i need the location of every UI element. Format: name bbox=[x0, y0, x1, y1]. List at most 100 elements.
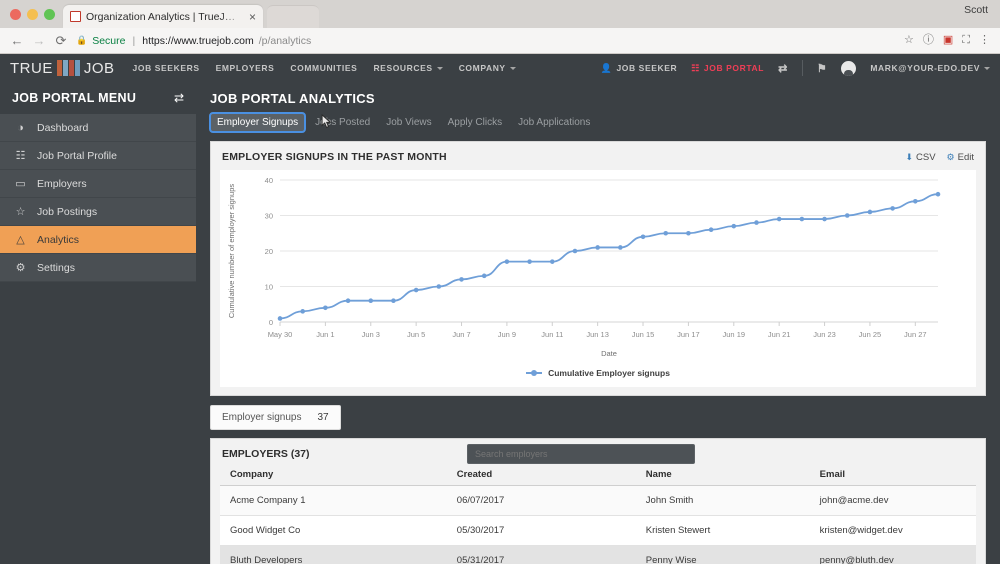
svg-text:Jun 11: Jun 11 bbox=[541, 330, 563, 339]
chart-area-icon: △ bbox=[16, 234, 25, 246]
close-window-button[interactable] bbox=[10, 9, 21, 20]
svg-text:Jun 9: Jun 9 bbox=[498, 330, 516, 339]
url-domain: https://www.truejob.com bbox=[142, 34, 254, 47]
nav-item-job-seekers[interactable]: JOB SEEKERS bbox=[133, 63, 200, 73]
bookmark-star-icon[interactable]: ☆ bbox=[904, 35, 914, 46]
cell-email: john@acme.dev bbox=[809, 485, 976, 516]
cell-company: Bluth Developers bbox=[220, 545, 447, 564]
svg-text:10: 10 bbox=[265, 283, 273, 292]
svg-text:Jun 13: Jun 13 bbox=[586, 330, 609, 339]
svg-text:Jun 25: Jun 25 bbox=[859, 330, 882, 339]
counter-label: Employer signups bbox=[222, 412, 302, 423]
sidebar-item-dashboard[interactable]: ◑ Dashboard bbox=[0, 114, 196, 142]
swap-mode-icon[interactable]: ⇄ bbox=[778, 62, 788, 75]
flag-icon[interactable]: ⚑ bbox=[817, 62, 827, 75]
chart-title: EMPLOYER SIGNUPS IN THE PAST MONTH bbox=[222, 151, 447, 163]
extension-icon[interactable]: ▣ bbox=[943, 35, 953, 46]
sidebar-item-label: Dashboard bbox=[37, 121, 89, 134]
browser-menu-icon[interactable]: ⋮ bbox=[979, 35, 990, 46]
primary-nav: JOB SEEKERS EMPLOYERS COMMUNITIES RESOUR… bbox=[133, 63, 516, 73]
tab-jobs-posted[interactable]: Jobs Posted bbox=[309, 114, 376, 131]
nav-item-employers[interactable]: EMPLOYERS bbox=[216, 63, 275, 73]
cast-icon[interactable]: ⛶ bbox=[962, 35, 970, 46]
counter-value: 37 bbox=[317, 412, 329, 423]
address-bar[interactable]: 🔒 Secure | https://www.truejob.com /p/an… bbox=[76, 32, 896, 50]
table-row[interactable]: Bluth Developers 05/31/2017 Penny Wise p… bbox=[220, 545, 976, 564]
tab-employer-signups[interactable]: Employer Signups bbox=[208, 112, 307, 133]
svg-text:Jun 27: Jun 27 bbox=[904, 330, 927, 339]
sidebar-item-job-postings[interactable]: ☆ Job Postings bbox=[0, 198, 196, 226]
employers-card: EMPLOYERS (37) Company Created Name Emai… bbox=[210, 438, 986, 564]
line-chart[interactable]: 0 10 20 30 40 Cumulative number of employer s… bbox=[220, 172, 948, 362]
browser-profile-name[interactable]: Scott bbox=[964, 4, 988, 16]
svg-text:30: 30 bbox=[265, 212, 273, 221]
nav-label: COMPANY bbox=[458, 63, 506, 73]
column-header-name[interactable]: Name bbox=[635, 466, 810, 486]
search-employers-input[interactable] bbox=[467, 444, 695, 464]
svg-text:Date: Date bbox=[601, 349, 617, 358]
site-logo[interactable]: TRUE JOB bbox=[10, 60, 115, 77]
sidebar: JOB PORTAL MENU ⇄ ◑ Dashboard ☷ Job Port… bbox=[0, 82, 196, 558]
cell-email: kristen@widget.dev bbox=[809, 515, 976, 546]
minimize-window-button[interactable] bbox=[27, 9, 38, 20]
edit-chart-button[interactable]: ⚙ Edit bbox=[947, 152, 974, 163]
info-icon[interactable]: ⓘ bbox=[923, 35, 934, 46]
nav-item-communities[interactable]: COMMUNITIES bbox=[290, 63, 357, 73]
site-header: TRUE JOB JOB SEEKERS EMPLOYERS COMMUNITI… bbox=[0, 54, 1000, 82]
nav-item-job-portal-mode[interactable]: ☷ JOB PORTAL bbox=[691, 63, 764, 74]
table-row[interactable]: Good Widget Co 05/30/2017 Kristen Stewer… bbox=[220, 515, 976, 546]
sidebar-item-label: Analytics bbox=[37, 233, 80, 246]
logo-bars-icon bbox=[56, 60, 80, 76]
chart-card: EMPLOYER SIGNUPS IN THE PAST MONTH ⬇ CSV… bbox=[210, 141, 986, 396]
nav-item-job-seeker-mode[interactable]: 👤 JOB SEEKER bbox=[601, 63, 678, 74]
nav-item-resources[interactable]: RESOURCES bbox=[373, 63, 443, 73]
download-icon: ⬇ bbox=[905, 151, 913, 162]
column-header-company[interactable]: Company bbox=[220, 466, 447, 486]
tab-apply-clicks[interactable]: Apply Clicks bbox=[442, 114, 508, 131]
tab-job-applications[interactable]: Job Applications bbox=[512, 114, 596, 131]
browser-toolbar: ← → ⟳ 🔒 Secure | https://www.truejob.com… bbox=[0, 28, 1000, 54]
column-header-created[interactable]: Created bbox=[446, 466, 636, 486]
chart-card-header: EMPLOYER SIGNUPS IN THE PAST MONTH ⬇ CSV… bbox=[211, 142, 985, 170]
browser-tab[interactable]: Organization Analytics | TrueJ… × bbox=[63, 5, 263, 28]
sidebar-item-job-portal-profile[interactable]: ☷ Job Portal Profile bbox=[0, 142, 196, 170]
user-menu[interactable]: MARK@YOUR-EDO.DEV bbox=[870, 63, 990, 73]
sidebar-title: JOB PORTAL MENU bbox=[12, 91, 137, 105]
lock-icon: 🔒 bbox=[76, 35, 88, 45]
back-icon[interactable]: ← bbox=[10, 34, 24, 47]
cell-created: 06/07/2017 bbox=[446, 485, 636, 516]
sidebar-item-employers[interactable]: ▭ Employers bbox=[0, 170, 196, 198]
nav-label: EMPLOYERS bbox=[215, 63, 275, 73]
main-layout: JOB PORTAL MENU ⇄ ◑ Dashboard ☷ Job Port… bbox=[0, 82, 1000, 564]
avatar[interactable] bbox=[841, 60, 857, 76]
chevron-down-icon bbox=[984, 66, 990, 70]
user-email-label: MARK@YOUR-EDO.DEV bbox=[870, 63, 980, 73]
sidebar-item-settings[interactable]: ⚙ Settings bbox=[0, 254, 196, 282]
url-path: /p/analytics bbox=[258, 34, 312, 47]
column-header-email[interactable]: Email bbox=[809, 466, 976, 486]
sidebar-item-analytics[interactable]: △ Analytics bbox=[0, 226, 196, 254]
close-tab-icon[interactable]: × bbox=[249, 11, 256, 23]
table-row[interactable]: Acme Company 1 06/07/2017 John Smith joh… bbox=[220, 485, 976, 516]
legend-marker-icon bbox=[526, 370, 543, 376]
window-traffic-lights bbox=[0, 9, 63, 28]
reload-icon[interactable]: ⟳ bbox=[54, 34, 68, 47]
edit-label: Edit bbox=[957, 151, 974, 163]
sidebar-header: JOB PORTAL MENU ⇄ bbox=[0, 82, 196, 114]
chart-plot-area: 0 10 20 30 40 Cumulative number of employer s… bbox=[220, 170, 976, 387]
cell-company: Good Widget Co bbox=[220, 515, 447, 546]
csv-download-button[interactable]: ⬇ CSV bbox=[905, 152, 935, 163]
cell-created: 05/30/2017 bbox=[446, 515, 636, 546]
speedometer-icon: ◑ bbox=[17, 121, 24, 134]
maximize-window-button[interactable] bbox=[44, 9, 55, 20]
chevron-down-icon bbox=[509, 66, 516, 70]
svg-text:Jun 17: Jun 17 bbox=[677, 330, 700, 339]
person-icon: 👤 bbox=[600, 62, 613, 73]
new-tab-button[interactable] bbox=[267, 5, 319, 28]
sitemap-icon: ☷ bbox=[691, 62, 700, 73]
tab-job-views[interactable]: Job Views bbox=[380, 114, 437, 131]
svg-text:Jun 5: Jun 5 bbox=[407, 330, 425, 339]
forward-icon[interactable]: → bbox=[32, 34, 46, 47]
nav-item-company[interactable]: COMPANY bbox=[459, 63, 516, 73]
sidebar-collapse-icon[interactable]: ⇄ bbox=[174, 91, 184, 105]
